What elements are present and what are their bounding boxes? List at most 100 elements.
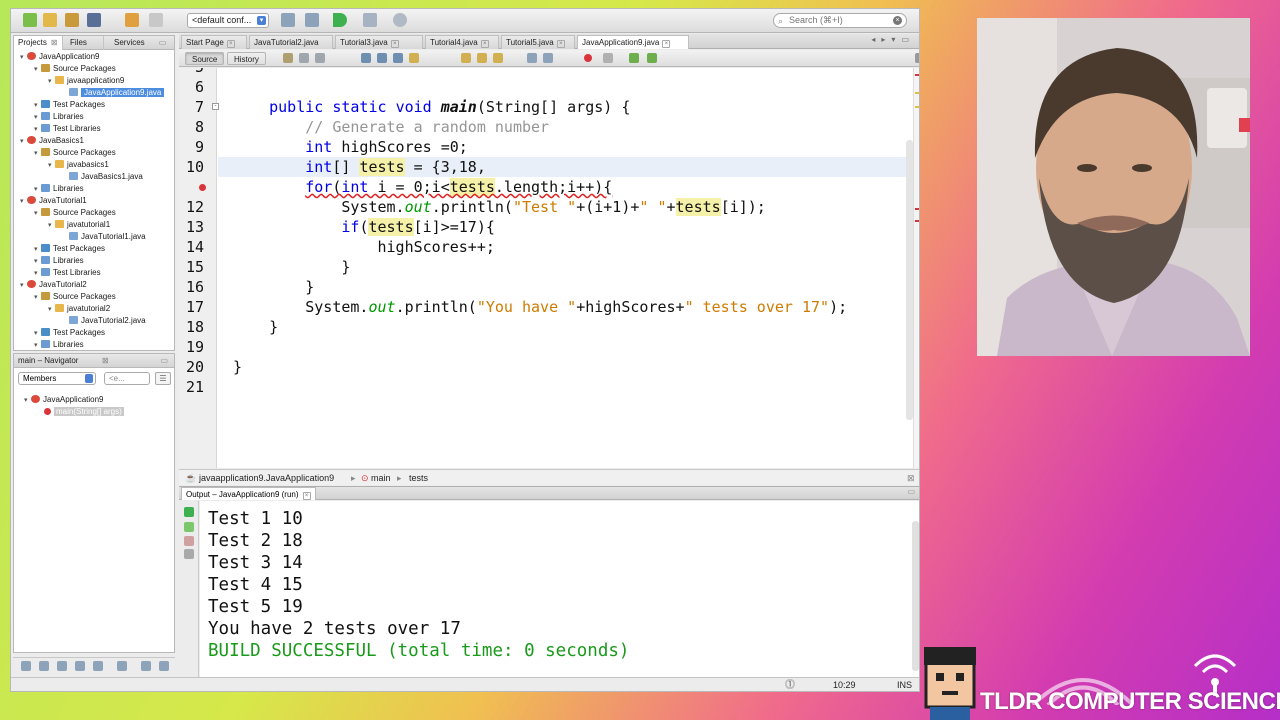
code-line[interactable]: }: [233, 317, 278, 337]
tree-item[interactable]: ▾ Test Packages: [34, 243, 105, 255]
warning-mark[interactable]: [915, 92, 919, 94]
tree-item[interactable]: ▾ JavaTutorial1: [20, 195, 87, 207]
tree-item[interactable]: JavaTutorial1.java: [62, 231, 146, 243]
tab-services[interactable]: Services ▭: [104, 36, 174, 50]
close-icon[interactable]: ×: [226, 40, 235, 48]
find-icon[interactable]: [361, 53, 371, 63]
expand-toggle-icon[interactable]: ▾: [34, 340, 41, 350]
tab-controls[interactable]: ◂▸▾▭: [871, 35, 915, 44]
run-icon[interactable]: [333, 13, 347, 27]
code-line[interactable]: public static void main(String[] args) {: [233, 97, 630, 117]
filter-icon[interactable]: [93, 661, 103, 671]
minimize-icon[interactable]: ▭: [159, 38, 167, 47]
code-line[interactable]: highScores++;: [233, 237, 494, 257]
last-edit-icon[interactable]: [283, 53, 293, 63]
expand-toggle-icon[interactable]: ▾: [20, 196, 27, 208]
close-icon[interactable]: ×: [302, 492, 311, 500]
close-icon[interactable]: ⊠: [907, 470, 915, 486]
tree-item[interactable]: ▾ Libraries: [34, 339, 84, 350]
tree-item[interactable]: ▾ javatutorial2: [48, 303, 110, 315]
sort-icon[interactable]: [159, 661, 169, 671]
uncomment-icon[interactable]: [647, 53, 657, 63]
code-line[interactable]: System.out.println("You have "+highScore…: [233, 297, 847, 317]
members-filter-select[interactable]: Members: [18, 372, 96, 385]
profile-icon[interactable]: [393, 13, 407, 27]
tree-item[interactable]: ▾ Libraries: [34, 183, 84, 195]
new-project-icon[interactable]: [23, 13, 37, 27]
error-mark[interactable]: [915, 208, 919, 210]
filter-icon[interactable]: [21, 661, 31, 671]
tree-item[interactable]: ▾ javaapplication9: [48, 75, 124, 87]
expand-toggle-icon[interactable]: ▾: [48, 220, 55, 232]
fold-toggle-icon[interactable]: -: [212, 103, 219, 110]
tree-item[interactable]: JavaBasics1.java: [62, 171, 143, 183]
debug-icon[interactable]: [363, 13, 377, 27]
breadcrumb-class[interactable]: javaapplication9.JavaApplication9: [199, 470, 334, 486]
code-editor[interactable]: 5 6 7 8 9 10 12 13 14 15 16 17 18 19 20 21 - public stat…: [179, 68, 919, 468]
tree-item[interactable]: ▾ Test Libraries: [34, 123, 101, 135]
rerun-icon[interactable]: [184, 507, 194, 517]
tree-item[interactable]: ▾ Libraries: [34, 111, 84, 123]
code-line[interactable]: }: [233, 277, 314, 297]
find-previous-icon[interactable]: [377, 53, 387, 63]
tree-item[interactable]: ▾ JavaBasics1: [20, 135, 84, 147]
tree-item[interactable]: ▾ javatutorial1: [48, 219, 110, 231]
stop-icon[interactable]: [184, 536, 194, 546]
undo-icon[interactable]: [125, 13, 139, 27]
expand-toggle-icon[interactable]: ▾: [48, 304, 55, 316]
shift-right-icon[interactable]: [543, 53, 553, 63]
start-macro-icon[interactable]: [584, 54, 592, 62]
filter-icon[interactable]: [117, 661, 127, 671]
new-file-icon[interactable]: [43, 13, 57, 27]
code-line[interactable]: int highScores =0;: [233, 137, 468, 157]
search-field[interactable]: ⌕ Search (⌘+I) ×: [773, 13, 907, 28]
clear-search-icon[interactable]: ×: [893, 16, 902, 25]
notification-icon[interactable]: ⓵: [785, 678, 795, 691]
tree-item[interactable]: ▾ Test Packages: [34, 327, 105, 339]
expand-toggle-icon[interactable]: ▾: [48, 76, 55, 88]
code-line[interactable]: }: [233, 257, 350, 277]
editor-tab[interactable]: JavaApplication9.java ×: [577, 35, 689, 49]
editor-tab[interactable]: Start Page ×: [181, 35, 247, 49]
error-mark[interactable]: [915, 74, 919, 76]
history-view-button[interactable]: History: [227, 52, 266, 65]
code-line[interactable]: }: [233, 357, 242, 377]
open-project-icon[interactable]: [65, 13, 79, 27]
tab-files[interactable]: Files: [66, 36, 104, 50]
code-line[interactable]: if(tests[i]>=17){: [233, 217, 495, 237]
shift-left-icon[interactable]: [527, 53, 537, 63]
tree-item[interactable]: ▾ Source Packages: [34, 207, 116, 219]
code-line[interactable]: // Generate a random number: [233, 117, 549, 137]
settings-icon[interactable]: [184, 549, 194, 559]
configuration-select[interactable]: <default conf... ▾: [187, 13, 269, 28]
editor-tab[interactable]: Tutorial3.java ×: [335, 35, 423, 49]
tree-item[interactable]: ▾ Test Libraries: [34, 267, 101, 279]
editor-tab[interactable]: JavaTutorial2.java×: [249, 35, 333, 61]
close-icon[interactable]: ×: [480, 40, 489, 48]
tree-item[interactable]: ▾ javabasics1: [48, 159, 109, 171]
code-line[interactable]: System.out.println("Test "+(i+1)+" "+tes…: [233, 197, 766, 217]
tree-item[interactable]: ▾ Libraries: [34, 255, 84, 267]
tree-item[interactable]: JavaApplication9.java: [62, 87, 165, 99]
tab-projects[interactable]: Projects ⊠: [14, 36, 63, 50]
error-mark[interactable]: [915, 220, 919, 222]
tree-item[interactable]: ▾ Source Packages: [34, 63, 116, 75]
source-view-button[interactable]: Source: [185, 52, 225, 65]
build-icon[interactable]: [281, 13, 295, 27]
close-icon[interactable]: ⊠: [102, 354, 109, 368]
find-next-icon[interactable]: [393, 53, 403, 63]
close-icon[interactable]: ×: [390, 40, 399, 48]
minimize-icon[interactable]: ▭: [160, 354, 168, 368]
breadcrumb-method[interactable]: main: [371, 470, 391, 486]
filter-icon[interactable]: [57, 661, 67, 671]
close-icon[interactable]: ×: [556, 40, 565, 48]
rerun-with-args-icon[interactable]: [184, 522, 194, 532]
tree-item[interactable]: ▾ Test Packages: [34, 99, 105, 111]
expand-toggle-icon[interactable]: ▾: [20, 52, 27, 64]
bookmark-icon[interactable]: [493, 53, 503, 63]
editor-tab[interactable]: Tutorial5.java ×: [501, 35, 575, 49]
filter-icon[interactable]: [75, 661, 85, 671]
forward-icon[interactable]: [315, 53, 325, 63]
warning-mark[interactable]: [915, 106, 919, 108]
filter-icon[interactable]: [39, 661, 49, 671]
